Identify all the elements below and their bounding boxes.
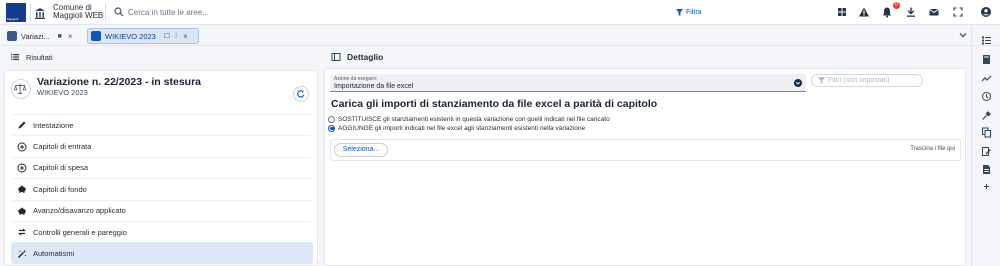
tab-label: WIKIEVO 2023 [105,31,156,41]
org-name-line2: Maggioli WEB [53,11,104,20]
option-aggiunge[interactable]: AGGIUNGE gli importi indicati nel file e… [328,123,585,133]
piggy-bank-icon [17,206,27,216]
divider [30,4,31,21]
tab-app-icon [91,31,101,41]
balance-scale-icon [11,79,31,99]
maggioli-logo[interactable]: Maggioli [6,3,26,22]
circle-minus-icon [17,163,27,173]
filters-label: Filtri (non impostati) [828,77,890,84]
list-view-icon[interactable] [981,35,992,46]
fullscreen-icon[interactable] [952,6,964,18]
filter-button[interactable]: Filtra [676,6,702,18]
menu-item-label: Controlli generali e pareggio [33,227,127,237]
filters-button[interactable]: Filtri (non impostati) [811,74,923,87]
panel-icon[interactable] [331,52,341,62]
menu-item-label: Capitoli di entrata [33,142,92,152]
variation-title: Variazione n. 22/2023 - in stesura [37,76,201,88]
section-title: Carica gli importi di stanziamento da fi… [331,98,658,110]
circle-plus-icon [17,142,27,152]
pin-icon[interactable]: ■ [58,33,62,40]
top-bar: Maggioli Comune di Maggioli WEB Filtra 0 [0,0,1000,25]
refresh-button[interactable] [293,86,309,102]
tab-wikievo-2023[interactable]: WIKIEVO 2023 ☐ ⁞ × [87,28,199,44]
chevron-down-icon[interactable] [958,30,968,40]
variation-subtitle: WIKIEVO 2023 [37,88,88,97]
piggy-bank-icon [17,184,27,194]
chevron-down-icon [794,79,802,87]
detail-title: Dettaglio [347,52,384,62]
menu-item-capitoli-fondo[interactable]: Capitoli di fondo [11,178,313,199]
results-label: Risultati [26,52,53,62]
option-label: AGGIUNGE gli importi indicati nel file e… [338,124,586,132]
warning-icon[interactable] [858,6,870,18]
menu-item-intestazione[interactable]: Intestazione [11,114,313,135]
radio-button[interactable] [328,115,335,123]
home-icon[interactable] [33,6,47,20]
action-select-label: Azione da eseguire [334,76,377,82]
action-select-value: Importazione da file excel [334,82,414,90]
copy-icon[interactable] [981,127,992,138]
document-icon[interactable] [981,164,992,175]
close-icon[interactable]: × [183,32,188,41]
user-account-icon[interactable] [980,6,992,18]
detail-header: Dettaglio [328,47,968,67]
select-file-button[interactable]: Seleziona... [334,143,388,157]
notification-badge: 0 [893,2,900,9]
action-select[interactable]: Azione da eseguire Importazione da file … [330,74,806,92]
section-menu: Intestazione Capitoli di entrata Capitol… [11,114,313,264]
sidebar-divider [971,25,972,266]
magic-wand-icon [17,249,27,259]
trend-chart-icon[interactable] [981,73,992,84]
tabs-bar: Variazi... ■ × WIKIEVO 2023 ☐ ⁞ × [0,25,1000,46]
detail-card: Azione da eseguire Importazione da file … [324,68,966,266]
menu-item-avanzo-disavanzo[interactable]: Avanzo/disavanzo applicato [11,199,313,221]
menu-item-label: Automatismi [33,249,75,259]
menu-item-automatismi[interactable]: Automatismi [11,242,313,264]
pencil-icon [17,120,27,130]
bookmark-icon[interactable]: ☐ [164,32,170,40]
global-search-input[interactable] [128,4,648,20]
book-icon[interactable] [981,54,992,65]
history-icon[interactable] [981,91,992,102]
close-icon[interactable]: × [68,32,73,41]
filter-icon [676,8,683,16]
download-icon[interactable] [905,6,917,18]
filter-label: Filtra [686,8,702,16]
menu-item-capitoli-spesa[interactable]: Capitoli di spesa [11,156,313,178]
results-header: Risultati [0,47,322,67]
file-upload-zone[interactable]: Seleziona... Trascina i file qui [330,139,961,161]
bell-icon[interactable] [881,6,893,18]
tab-app-icon [7,31,17,41]
menu-item-label: Capitoli di spesa [33,163,89,173]
menu-item-label: Avanzo/disavanzo applicato [33,206,126,216]
logo-text: Maggioli [7,17,19,21]
divider [105,4,106,21]
drag-drop-hint: Trascina i file qui [910,146,955,152]
tab-label: Variazi... [21,31,50,41]
apps-grid-icon[interactable] [836,6,848,18]
swap-icon [17,227,27,237]
search-icon [114,7,124,17]
menu-item-capitoli-entrata[interactable]: Capitoli di entrata [11,135,313,156]
tab-separator: ⁞ [175,32,178,40]
option-label: SOSTITUISCE gli stanziamenti esistenti i… [338,115,610,123]
variation-card: Variazione n. 22/2023 - in stesura WIKIE… [4,70,318,266]
menu-item-controlli-pareggio[interactable]: Controlli generali e pareggio [11,220,313,242]
refresh-icon [297,90,305,98]
menu-item-label: Intestazione [33,120,74,130]
edit-note-icon[interactable] [981,146,992,157]
radio-button-checked[interactable] [328,124,335,132]
mail-icon[interactable] [928,6,940,18]
list-icon[interactable] [10,52,20,62]
tab-variazioni[interactable]: Variazi... ■ × [4,28,82,44]
tools-icon[interactable] [981,110,992,121]
menu-item-label: Capitoli di fondo [33,184,87,194]
plus-icon[interactable] [981,181,992,192]
filter-icon [818,77,825,84]
